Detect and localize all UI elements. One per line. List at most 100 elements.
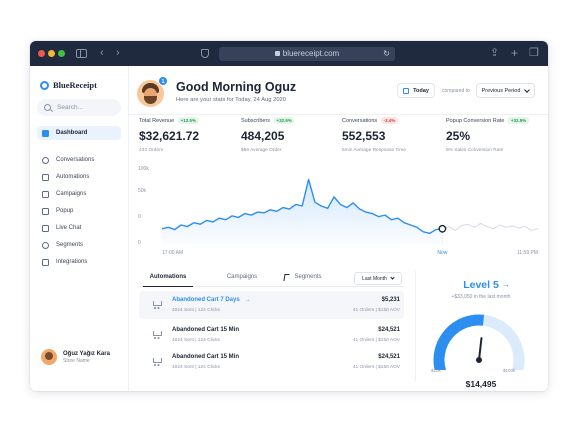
date-picker-button[interactable]: Today <box>397 83 435 98</box>
notification-badge[interactable]: 1 <box>158 76 168 86</box>
stat-value: 484,205 <box>241 129 285 143</box>
cart-icon <box>152 330 162 339</box>
compared-label: compared to <box>442 88 470 94</box>
current-point <box>438 224 447 233</box>
browser-window: ‹ › bluereceipt.com ↻ ⇪ + ❐ BlueReceipt … <box>30 41 548 391</box>
sidebar-item-label: Live Chat <box>56 225 82 231</box>
gauge-max-label: $100k <box>503 368 516 373</box>
row-meta: 4024 Sent | 124 Clicks <box>172 308 220 313</box>
date-picker-label: Today <box>413 87 429 94</box>
y-tick-label: 100k <box>138 166 149 172</box>
row-orders: 41 Orders | $150 AOV <box>352 338 400 343</box>
sidebar-item-live-chat[interactable]: Live Chat <box>37 221 121 235</box>
gauge-svg <box>433 314 525 375</box>
stat-subtext: 433 Orders <box>139 148 163 153</box>
row-title: Abandoned Cart 7 Days <box>172 297 240 303</box>
line-chart-svg: 100k 50k 0 0 17:00 AM Now 11:59 PM <box>138 166 539 256</box>
tabs-icon[interactable]: ❐ <box>529 46 539 60</box>
sidebar-item-dashboard[interactable]: Dashboard <box>37 126 121 140</box>
user-avatar <box>41 349 57 365</box>
sidebar-item-conversations[interactable]: Conversations <box>37 153 121 167</box>
level-title: Level 5 <box>463 279 499 291</box>
user-name: Oğuz Yağız Kara <box>63 350 110 357</box>
stat-subtext: 5% Sales Conversion Rate <box>446 148 504 153</box>
table-row[interactable]: Abandoned Cart 15 Min 4024 Sent | 124 Cl… <box>139 321 404 349</box>
brand-name: BlueReceipt <box>53 80 97 90</box>
chevron-down-icon <box>524 86 531 93</box>
forward-icon[interactable]: › <box>116 46 120 60</box>
stat-card-revenue[interactable]: Total Revenue +12.5% $32,621.72 433 Orde… <box>139 117 239 153</box>
stat-value: 552,553 <box>342 129 386 143</box>
address-bar[interactable]: bluereceipt.com ↻ <box>219 47 395 61</box>
brand-logo-icon <box>40 80 49 90</box>
table-row[interactable]: Abandoned Cart 15 Min 4024 Sent | 124 Cl… <box>139 348 404 376</box>
chart-area <box>162 179 443 244</box>
back-icon[interactable]: ‹ <box>100 46 104 60</box>
minimize-window-button[interactable] <box>48 50 55 57</box>
sidebar-toggle-icon[interactable] <box>76 49 87 58</box>
stat-subtext: $56 Average Order <box>241 148 282 153</box>
change-badge: +32.5% <box>274 117 295 124</box>
user-profile[interactable]: Oğuz Yağız Kara Store Name <box>41 349 110 365</box>
cart-icon <box>152 300 162 309</box>
row-amount: $24,521 <box>378 354 400 360</box>
lock-icon <box>274 51 280 56</box>
gauge-fill <box>433 314 485 375</box>
maximize-window-button[interactable] <box>58 50 65 57</box>
sidebar-item-integrations[interactable]: Integrations <box>37 255 121 269</box>
stat-subtext: 5min Average Response Time <box>342 148 406 153</box>
search-input[interactable] <box>57 104 117 111</box>
sidebar-item-label: Popup <box>56 208 74 214</box>
change-badge: +12.5% <box>178 117 199 124</box>
close-window-button[interactable] <box>38 50 45 57</box>
new-tab-icon[interactable]: + <box>511 46 518 60</box>
arrow-right-icon[interactable]: → <box>502 280 510 289</box>
tab-campaigns[interactable]: Campaigns <box>217 271 267 287</box>
row-meta: 4024 Sent | 124 Clicks <box>172 365 220 370</box>
dashboard-icon <box>42 129 49 137</box>
table-row[interactable]: Abandoned Cart 7 Days → 4024 Sent | 124 C… <box>139 291 404 319</box>
line-chart[interactable]: 100k 50k 0 0 17:00 AM Now 11:59 PM <box>134 162 543 269</box>
main-content: 1 Good Morning Oguz Here are your stats … <box>129 66 548 391</box>
stat-label: Conversations <box>342 117 378 124</box>
change-badge: +32.5% <box>508 117 529 124</box>
sidebar: BlueReceipt Dashboard Conversations Auto… <box>30 66 129 391</box>
y-tick-label: 0 <box>138 214 141 220</box>
row-title: Abandoned Cart 15 Min <box>172 354 240 360</box>
stat-card-popup-conversion[interactable]: Popup Conversion Rate +32.5% 25% 5% Sale… <box>446 117 546 153</box>
brand[interactable]: BlueReceipt <box>40 79 97 91</box>
sidebar-item-label: Segments <box>56 242 84 248</box>
url-text: bluereceipt.com <box>282 49 340 58</box>
period-select-label: Last Month <box>362 275 387 282</box>
row-amount: $24,521 <box>378 327 400 333</box>
row-orders: 41 Orders | $150 AOV <box>352 308 400 313</box>
sidebar-item-label: Dashboard <box>56 130 88 136</box>
stat-value: 25% <box>446 129 471 143</box>
automation-icon <box>42 173 49 181</box>
x-tick-label: Now <box>437 250 447 256</box>
period-select[interactable]: Last Month <box>354 272 402 285</box>
shield-icon[interactable] <box>201 49 209 58</box>
campaign-icon <box>42 190 49 198</box>
stat-label: Popup Conversion Rate <box>446 117 505 124</box>
stat-card-subscribers[interactable]: Subscribers +32.5% 484,205 $56 Average O… <box>241 117 341 153</box>
popup-icon <box>42 207 49 215</box>
sidebar-item-popup[interactable]: Popup <box>37 204 121 218</box>
share-icon[interactable]: ⇪ <box>490 46 499 60</box>
comparison-period-select[interactable]: Previous Period <box>476 83 535 98</box>
x-tick-label: 11:59 PM <box>517 250 538 256</box>
sidebar-item-automations[interactable]: Automations <box>37 170 121 184</box>
row-title: Abandoned Cart 15 Min <box>172 327 240 333</box>
arrow-right-icon[interactable]: → <box>245 297 251 303</box>
stat-value: $32,621.72 <box>139 129 200 143</box>
sidebar-item-campaigns[interactable]: Campaigns <box>37 187 121 201</box>
sidebar-item-label: Integrations <box>56 259 88 265</box>
tab-automations[interactable]: Automations <box>143 271 193 287</box>
stat-card-conversations[interactable]: Conversations -3.4% 552,553 5min Average… <box>342 117 442 153</box>
reload-icon[interactable]: ↻ <box>383 47 390 61</box>
sidebar-item-segments[interactable]: Segments <box>37 238 121 252</box>
gauge-min-label: $10k <box>431 368 441 373</box>
tab-segments[interactable]: Segments <box>283 271 333 287</box>
search-box[interactable] <box>37 99 121 116</box>
series-line-previous <box>442 222 539 231</box>
